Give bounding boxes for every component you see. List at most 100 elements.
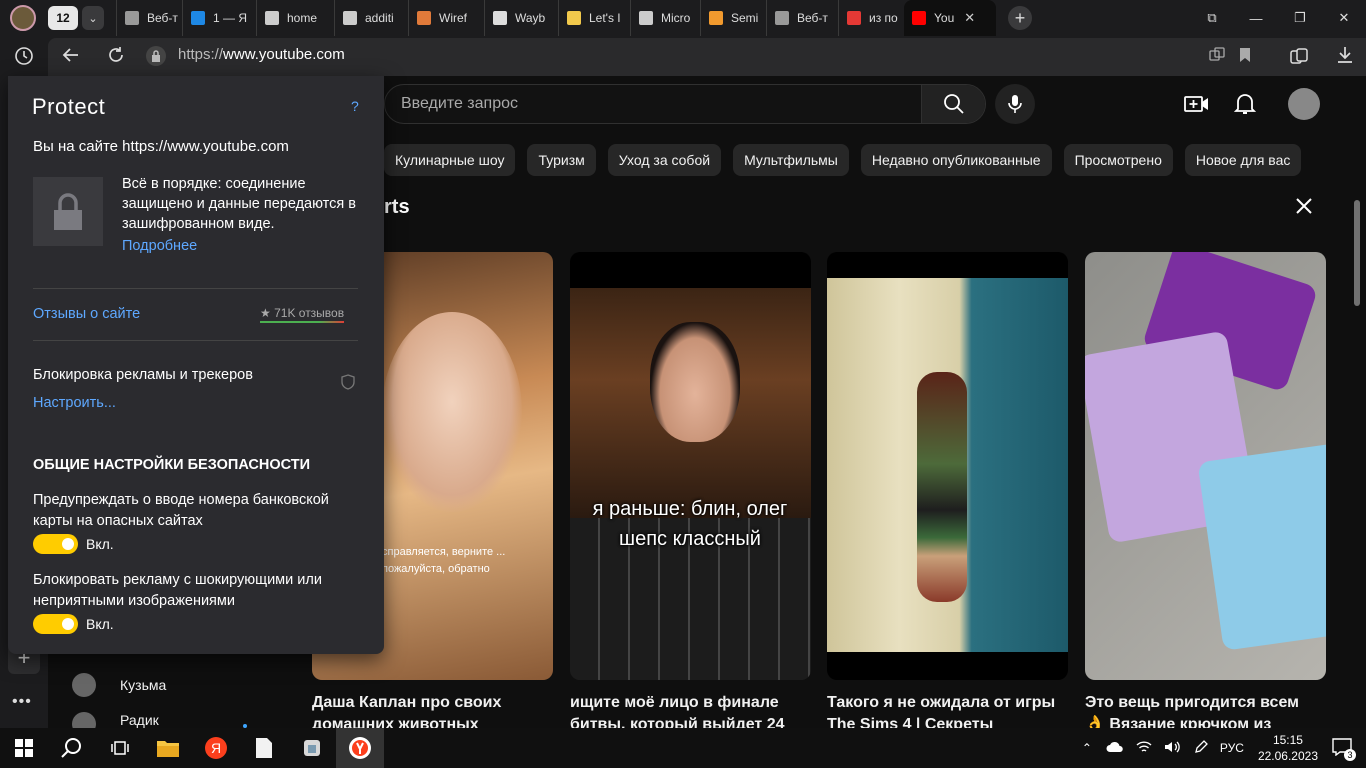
tab-label: 1 — Я (213, 11, 248, 25)
tab-manager-icon[interactable]: ⧉ (1190, 0, 1234, 36)
task-view-icon[interactable] (96, 728, 144, 768)
url-text[interactable]: https://www.youtube.com (178, 46, 345, 63)
tab-label: Веб-т (797, 11, 828, 25)
short-thumbnail[interactable] (827, 252, 1068, 680)
short-thumbnail[interactable]: я раньше: блин, олег шепс классный (570, 252, 811, 680)
download-icon[interactable] (1336, 46, 1354, 69)
favicon-icon (343, 11, 357, 25)
more-info-link[interactable]: Подробнее (122, 238, 197, 254)
close-window-button[interactable]: ✕ (1322, 0, 1366, 36)
favicon-icon (191, 11, 205, 25)
category-chip[interactable]: Мультфильмы (733, 144, 849, 176)
favicon-icon (493, 11, 507, 25)
account-avatar[interactable] (1288, 88, 1320, 120)
browser-tab[interactable]: Semi (700, 0, 766, 36)
browser-tab[interactable]: из по (838, 0, 904, 36)
volume-icon[interactable] (1164, 740, 1182, 757)
windows-start-icon[interactable] (0, 728, 48, 768)
new-tab-button[interactable]: + (1008, 6, 1032, 30)
category-chip[interactable]: Просмотрено (1063, 144, 1173, 176)
language-indicator[interactable]: РУС (1220, 741, 1244, 755)
tab-label: из по (869, 11, 898, 25)
history-icon[interactable] (14, 46, 34, 71)
lock-icon (33, 177, 103, 246)
favicon-icon (567, 11, 581, 25)
option-bank-card-label: Предупреждать о вводе номера банковской … (33, 492, 329, 529)
short-title[interactable]: ищите моё лицо в финале битвы, который в… (570, 692, 800, 728)
bank-card-warning-toggle[interactable] (33, 534, 78, 554)
category-chip[interactable]: Недавно опубликованные (860, 144, 1052, 176)
clock[interactable]: 15:15 22.06.2023 (1258, 732, 1318, 764)
shock-ads-toggle[interactable] (33, 614, 78, 634)
voice-search-button[interactable] (995, 84, 1035, 124)
short-title[interactable]: Даша Каплан про своих домашних животных (312, 692, 542, 728)
configure-link[interactable]: Настроить... (33, 395, 116, 411)
browser-tab[interactable]: Let's I (558, 0, 630, 36)
bookmark-icon[interactable] (1239, 47, 1251, 68)
tab-count-button[interactable]: 12 (48, 6, 78, 30)
subscription-item[interactable]: Радик (72, 712, 159, 728)
chevron-down-icon[interactable]: ⌄ (82, 6, 104, 30)
file-explorer-icon[interactable] (144, 728, 192, 768)
network-icon[interactable] (1136, 740, 1152, 757)
browser-tab[interactable]: additi (334, 0, 408, 36)
subscription-item[interactable]: Кузьма (72, 673, 166, 697)
close-tab-icon[interactable]: ✕ (964, 10, 975, 26)
short-title[interactable]: Такого я не ожидала от игры The Sims 4 |… (827, 692, 1057, 728)
thumbnail-character (917, 372, 967, 602)
toggle-state: Вкл. (86, 616, 114, 632)
browser-tab[interactable]: Веб-т (766, 0, 838, 36)
favicon-icon (775, 11, 789, 25)
short-title[interactable]: Это вещь пригодится всем 👌 Вязание крючк… (1085, 692, 1315, 728)
reload-icon[interactable] (107, 46, 125, 69)
category-chip[interactable]: Кулинарные шоу (384, 144, 516, 176)
popup-title: Protect (32, 94, 106, 119)
channel-name: Кузьма (120, 677, 167, 693)
search-button[interactable] (921, 85, 985, 123)
yandex-app-icon[interactable]: Я (192, 728, 240, 768)
more-icon[interactable]: ••• (12, 693, 32, 711)
notifications-icon[interactable] (1233, 92, 1257, 121)
notifications-center-icon[interactable]: 3 (1332, 737, 1356, 761)
browser-tab[interactable]: Wayb (484, 0, 558, 36)
shorts-section-title: rts (384, 196, 410, 218)
restore-button[interactable]: ❐ (1278, 0, 1322, 36)
category-chip[interactable]: Новое для вас (1184, 144, 1302, 176)
page-scrollbar[interactable] (1354, 200, 1360, 306)
pen-icon[interactable] (1194, 739, 1208, 757)
chevron-up-icon[interactable]: ⌃ (1082, 741, 1092, 755)
tab-strip: Веб-т 1 — Я home additi Wiref Wayb Let's I Micr… (116, 0, 996, 36)
app-icon[interactable] (288, 728, 336, 768)
minimize-button[interactable]: — (1234, 0, 1278, 36)
search-input[interactable] (385, 85, 923, 123)
yandex-browser-icon[interactable] (336, 728, 384, 768)
browser-tab[interactable]: Wiref (408, 0, 484, 36)
back-icon[interactable] (62, 46, 80, 69)
browser-tab[interactable]: home (256, 0, 334, 36)
browser-tab[interactable]: Веб-т (116, 0, 182, 36)
favicon-icon (417, 11, 431, 25)
general-settings-heading: ОБЩИЕ НАСТРОЙКИ БЕЗОПАСНОСТИ (33, 457, 311, 473)
search-icon[interactable] (48, 728, 96, 768)
site-line: Вы на сайте https://www.youtube.com (33, 138, 289, 155)
category-chip[interactable]: Туризм (527, 144, 596, 176)
browser-tab[interactable]: You ✕ (904, 0, 996, 36)
close-icon[interactable] (1294, 196, 1314, 221)
profile-avatar[interactable] (10, 5, 36, 31)
system-tray: ⌃ РУС 15:15 22.06.2023 3 (1074, 728, 1366, 768)
category-chip[interactable]: Уход за собой (607, 144, 722, 176)
help-link[interactable]: ? (351, 98, 359, 114)
browser-tab[interactable]: Micro (630, 0, 700, 36)
cloud-icon[interactable] (1106, 741, 1124, 756)
collections-icon[interactable] (1289, 46, 1309, 71)
browser-tab[interactable]: 1 — Я (182, 0, 256, 36)
short-thumbnail[interactable] (1085, 252, 1326, 680)
option-shock-ads-label: Блокировать рекламу с шокирующими или не… (33, 572, 322, 609)
toggle-state: Вкл. (86, 536, 114, 552)
translate-icon[interactable] (1209, 47, 1225, 68)
lock-icon[interactable] (146, 46, 166, 66)
site-reviews-link[interactable]: Отзывы о сайте (33, 306, 140, 322)
create-video-icon[interactable] (1184, 92, 1210, 121)
reviews-count[interactable]: ★ 71K отзывов (260, 306, 345, 323)
notepad-icon[interactable] (240, 728, 288, 768)
